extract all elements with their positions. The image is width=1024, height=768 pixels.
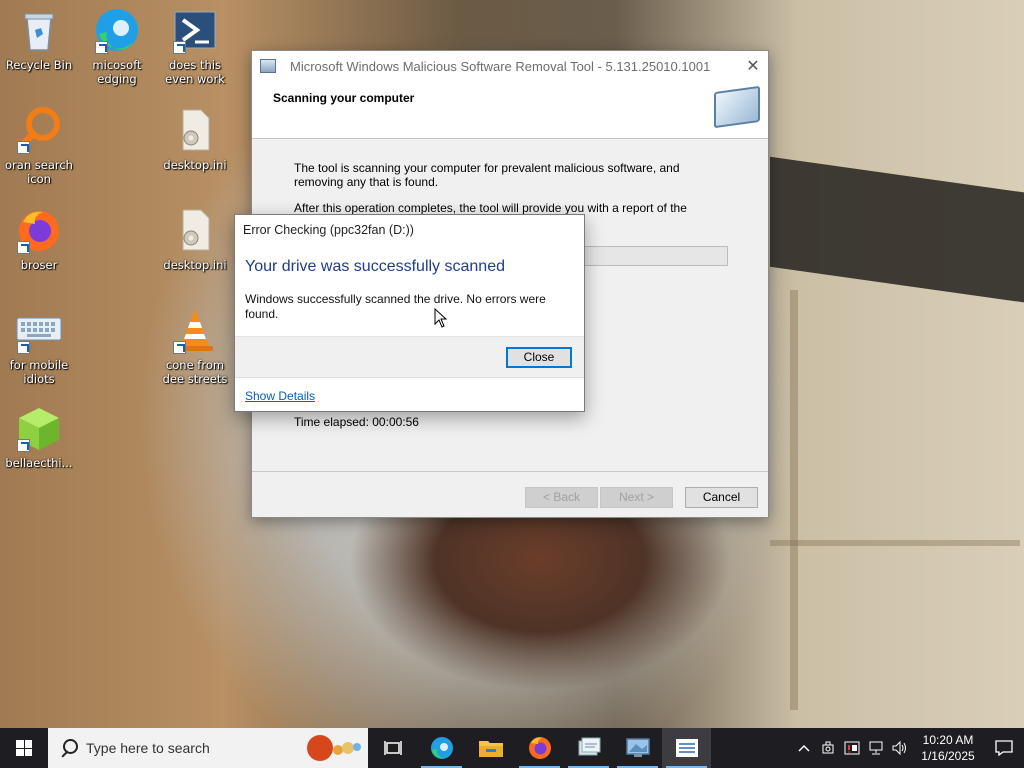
- window-list-icon: [675, 739, 698, 757]
- taskbar-search-box[interactable]: Type here to search: [48, 728, 368, 768]
- msrt-report-note: After this operation completes, the tool…: [294, 201, 687, 215]
- error-checking-button-row: Close: [235, 336, 584, 378]
- desktop-icon-label: desktop.ini: [163, 158, 227, 172]
- desktop-icon-label: Recycle Bin: [5, 58, 73, 72]
- desktop-icon-recycle-bin[interactable]: Recycle Bin: [2, 6, 76, 72]
- vlc-cone-icon: [171, 306, 219, 354]
- search-highlight-planets-icon: [307, 735, 361, 761]
- error-checking-heading: Your drive was successfully scanned: [245, 258, 505, 275]
- mouse-cursor-icon: [434, 308, 448, 328]
- settings-file-icon: [171, 106, 219, 154]
- msrt-divider: [252, 471, 768, 472]
- desktop-icon-micosoft-edging[interactable]: micosoft edging: [80, 6, 154, 86]
- back-button[interactable]: < Back: [525, 487, 598, 508]
- next-button[interactable]: Next >: [600, 487, 673, 508]
- msrt-heading: Scanning your computer: [273, 91, 415, 105]
- task-view-icon: [383, 741, 402, 755]
- desktop-icon-broser[interactable]: broser: [2, 206, 76, 272]
- background-wall-strip: [770, 156, 1024, 304]
- msrt-header: Scanning your computer: [252, 81, 768, 139]
- show-details-link[interactable]: Show Details: [245, 389, 315, 403]
- desktop-icon-desktop-ini-1[interactable]: desktop.ini: [158, 106, 232, 172]
- cancel-button[interactable]: Cancel: [685, 487, 758, 508]
- taskbar-error-checking[interactable]: [662, 728, 711, 768]
- error-checking-title: Error Checking (ppc32fan (D:)): [243, 223, 414, 237]
- desktop-icon-label: cone from dee streets: [162, 358, 228, 386]
- desktop-icon-label: micosoft edging: [92, 58, 142, 86]
- system-tray: 10:20 AM 1/16/2025: [792, 728, 1024, 768]
- monitor-icon: [714, 85, 760, 129]
- disk-cleanup-icon: [578, 737, 600, 756]
- desktop-icon-label: does this even work: [165, 58, 225, 86]
- volume-icon[interactable]: [888, 728, 912, 768]
- msrt-monitor-icon: [625, 738, 650, 757]
- desktop-icon-label: for mobile idiots: [9, 358, 69, 386]
- desktop-icon-oran-search[interactable]: oran search icon: [2, 106, 76, 186]
- start-button[interactable]: [0, 728, 48, 768]
- desktop-icon-label: desktop.ini: [163, 258, 227, 272]
- msrt-time-elapsed: Time elapsed: 00:00:56: [294, 415, 419, 429]
- notification-center-button[interactable]: [984, 728, 1024, 768]
- firefox-icon: [15, 206, 63, 254]
- keyboard-icon: [15, 306, 63, 354]
- error-checking-dialog[interactable]: Error Checking (ppc32fan (D:)) Your driv…: [234, 214, 585, 412]
- msrt-description: The tool is scanning your computer for p…: [294, 161, 680, 189]
- desktop-icon-bellaecthi[interactable]: bellaecthi...: [2, 404, 76, 470]
- edge-icon: [93, 6, 141, 54]
- notification-icon: [995, 740, 1013, 756]
- close-button[interactable]: Close: [506, 347, 572, 368]
- taskbar-firefox[interactable]: [515, 728, 564, 768]
- search-icon: [60, 739, 78, 757]
- background-tile-line: [790, 290, 798, 710]
- desktop-icon-cone-from-dee-streets[interactable]: cone from dee streets: [158, 306, 232, 386]
- desktop-icon-does-this-even-work[interactable]: does this even work: [158, 6, 232, 86]
- show-hidden-icons-chevron-up-icon[interactable]: [792, 728, 816, 768]
- settings-file-icon: [171, 206, 219, 254]
- taskbar-edge[interactable]: [417, 728, 466, 768]
- edge-icon: [430, 737, 453, 759]
- background-tile-line: [770, 540, 1020, 546]
- taskbar-msrt[interactable]: [613, 728, 662, 768]
- usb-device-icon[interactable]: [816, 728, 840, 768]
- green-cube-icon: [15, 404, 63, 452]
- clock-date: 1/16/2025: [921, 749, 975, 763]
- powershell-icon: [171, 6, 219, 54]
- firefox-icon: [528, 737, 551, 759]
- taskbar-clock[interactable]: 10:20 AM 1/16/2025: [912, 732, 984, 764]
- msrt-title: Microsoft Windows Malicious Software Rem…: [290, 58, 711, 74]
- taskbar: Type here to search 10:20 AM 1/16/2025: [0, 728, 1024, 768]
- desktop-icon-label: bellaecthi...: [5, 456, 73, 470]
- desktop-icon-label: oran search icon: [5, 158, 73, 186]
- taskbar-cleanup-tool[interactable]: [564, 728, 613, 768]
- error-checking-message: Windows successfully scanned the drive. …: [245, 292, 546, 321]
- clock-time: 10:20 AM: [922, 733, 974, 747]
- desktop-icon-label: broser: [20, 258, 58, 272]
- task-view-button[interactable]: [368, 728, 417, 768]
- desktop-icon-for-mobile-idiots[interactable]: for mobile idiots: [2, 306, 76, 386]
- search-placeholder: Type here to search: [86, 740, 210, 756]
- taskbar-file-explorer[interactable]: [466, 728, 515, 768]
- msrt-titlebar[interactable]: Microsoft Windows Malicious Software Rem…: [252, 51, 768, 81]
- msrt-close-button[interactable]: ✕: [738, 51, 768, 81]
- windows-logo-icon: [16, 740, 32, 756]
- orange-search-icon: [15, 106, 63, 154]
- security-alert-icon[interactable]: [840, 728, 864, 768]
- recycle-bin-icon: [15, 6, 63, 54]
- msrt-app-icon: [260, 59, 276, 73]
- network-icon[interactable]: [864, 728, 888, 768]
- desktop-icon-desktop-ini-2[interactable]: desktop.ini: [158, 206, 232, 272]
- folder-icon: [478, 741, 503, 757]
